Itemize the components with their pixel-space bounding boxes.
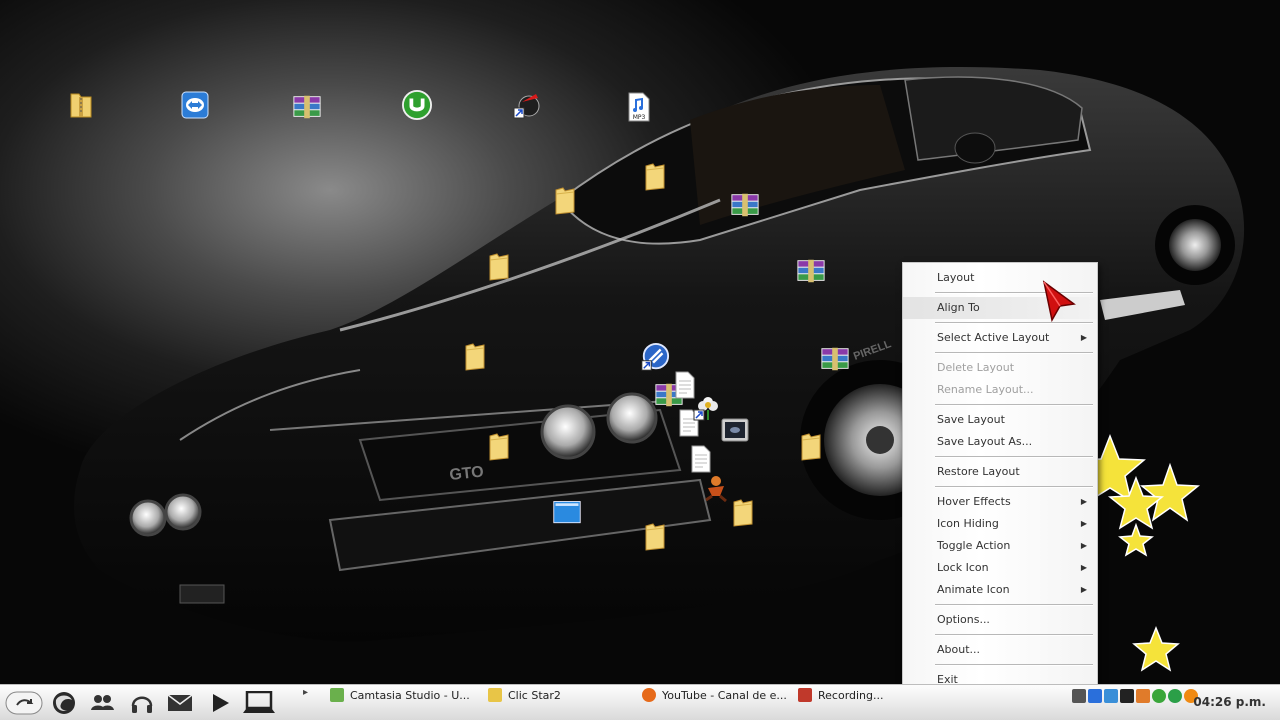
menu-item-select-active-layout[interactable]: Select Active Layout ▶ xyxy=(903,327,1097,349)
task-label: Clic Star2 xyxy=(508,688,561,702)
menu-item-options[interactable]: Options... xyxy=(903,609,1097,631)
menu-separator xyxy=(935,664,1093,666)
menu-item-delete-layout: Delete Layout xyxy=(903,357,1097,379)
taskbar-task[interactable]: YouTube - Canal de e... xyxy=(642,685,787,705)
clock[interactable]: 04:26 p.m. xyxy=(1193,695,1266,709)
submenu-arrow-icon: ▶ xyxy=(1080,563,1087,572)
taskbar: ▸ Camtasia Studio - U... Clic Star2 YouTub… xyxy=(0,684,1280,720)
mail-icon[interactable] xyxy=(166,687,194,719)
menu-item-label: Select Active Layout xyxy=(937,331,1050,344)
menu-item-label: Lock Icon xyxy=(937,561,989,574)
menu-separator xyxy=(935,352,1093,354)
menu-item-animate-icon[interactable]: Animate Icon ▶ xyxy=(903,579,1097,601)
submenu-arrow-icon: ▶ xyxy=(1080,519,1087,528)
clicstar-icon xyxy=(488,688,502,702)
tray-signal-icon[interactable] xyxy=(1120,689,1134,703)
menu-separator xyxy=(935,604,1093,606)
tray-chrome-icon[interactable] xyxy=(1168,689,1182,703)
menu-item-label: Restore Layout xyxy=(937,465,1020,478)
menu-item-hover-effects[interactable]: Hover Effects ▶ xyxy=(903,491,1097,513)
menu-item-label: Rename Layout... xyxy=(937,383,1034,396)
star-icon xyxy=(1132,625,1180,672)
menu-item-label: Hover Effects xyxy=(937,495,1011,508)
task-label: Camtasia Studio - U... xyxy=(350,688,470,702)
tray-x-icon[interactable] xyxy=(1072,689,1086,703)
task-label: YouTube - Canal de e... xyxy=(662,688,787,702)
taskbar-task[interactable]: Clic Star2 xyxy=(488,685,561,705)
menu-item-save-layout[interactable]: Save Layout xyxy=(903,409,1097,431)
menu-item-icon-hiding[interactable]: Icon Hiding ▶ xyxy=(903,513,1097,535)
menu-item-label: Options... xyxy=(937,613,990,626)
expand-arrow[interactable]: ▸ xyxy=(303,687,308,698)
desktop[interactable]: GTO PIRELL MP3 Layout Align To Select Ac… xyxy=(0,0,1280,684)
firefox-icon xyxy=(642,688,656,702)
play-icon[interactable] xyxy=(206,687,234,719)
menu-item-label: Animate Icon xyxy=(937,583,1010,596)
menu-separator xyxy=(935,404,1093,406)
menu-item-label: Icon Hiding xyxy=(937,517,999,530)
menu-item-about[interactable]: About... xyxy=(903,639,1097,661)
menu-separator xyxy=(935,456,1093,458)
menu-item-save-layout-as[interactable]: Save Layout As... xyxy=(903,431,1097,453)
taskbar-task[interactable]: Recording... xyxy=(798,685,884,705)
menu-item-restore-layout[interactable]: Restore Layout xyxy=(903,461,1097,483)
star-icon xyxy=(1118,522,1154,557)
menu-item-label: Layout xyxy=(937,271,975,284)
submenu-arrow-icon: ▶ xyxy=(1080,585,1087,594)
context-menu: Layout Align To Select Active Layout ▶ Delet… xyxy=(902,262,1098,684)
tray-green-icon[interactable] xyxy=(1152,689,1166,703)
menu-item-label: Toggle Action xyxy=(937,539,1011,552)
submenu-arrow-icon: ▶ xyxy=(1080,541,1087,550)
menu-separator xyxy=(935,634,1093,636)
tray-app-icon[interactable] xyxy=(1136,689,1150,703)
tray-network-icon[interactable] xyxy=(1104,689,1118,703)
submenu-arrow-icon: ▶ xyxy=(1080,333,1087,342)
submenu-arrow-icon: ▶ xyxy=(1080,497,1087,506)
menu-item-label: Save Layout As... xyxy=(937,435,1033,448)
camtasia-icon xyxy=(330,688,344,702)
task-label: Recording... xyxy=(818,688,884,702)
menu-item-exit[interactable]: Exit xyxy=(903,669,1097,684)
laptop-icon[interactable] xyxy=(240,687,278,719)
menu-item-toggle-action[interactable]: Toggle Action ▶ xyxy=(903,535,1097,557)
headphones-icon[interactable] xyxy=(128,687,156,719)
taskbar-task[interactable]: Camtasia Studio - U... xyxy=(330,685,470,705)
cursor-arrow-icon xyxy=(1042,280,1076,323)
menu-item-label: Delete Layout xyxy=(937,361,1015,374)
contacts-icon[interactable] xyxy=(88,687,116,719)
menu-item-label: About... xyxy=(937,643,981,656)
menu-item-label: Align To xyxy=(937,301,980,314)
menu-item-label: Exit xyxy=(937,673,958,684)
menu-item-label: Save Layout xyxy=(937,413,1005,426)
recording-icon xyxy=(798,688,812,702)
firefox-icon[interactable] xyxy=(50,687,78,719)
menu-item-lock-icon[interactable]: Lock Icon ▶ xyxy=(903,557,1097,579)
menu-item-rename-layout: Rename Layout... xyxy=(903,379,1097,401)
star-icon xyxy=(1140,462,1200,522)
start-button[interactable] xyxy=(4,687,44,719)
tray-bluetooth-icon[interactable] xyxy=(1088,689,1102,703)
menu-separator xyxy=(935,486,1093,488)
